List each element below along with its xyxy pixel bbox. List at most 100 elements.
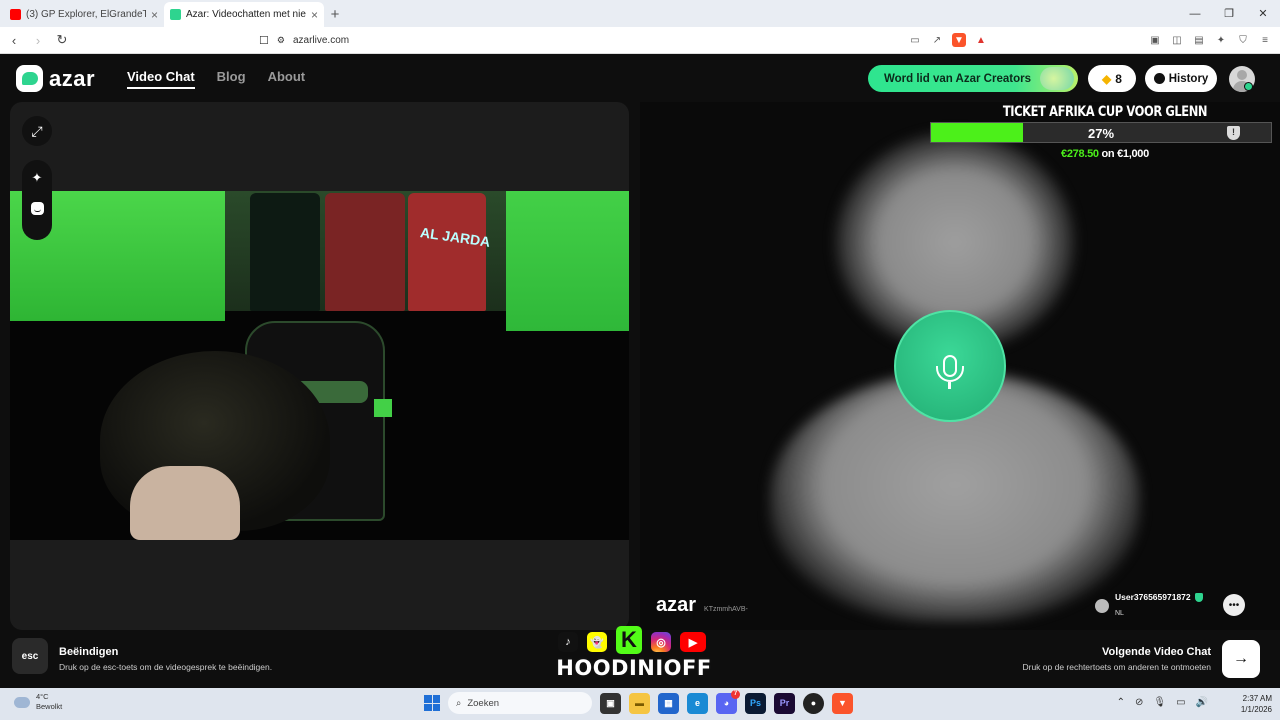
gems-button[interactable]: ◆ 8 [1088,65,1136,92]
donation-goal-title: TICKET AFRIKA CUP VOOR GLENN [1002,104,1208,120]
history-button[interactable]: History [1145,65,1217,92]
donation-goal-amount: €278.50 on €1,000 [930,148,1280,160]
windows-start-icon[interactable] [424,695,440,711]
weather-desc: Bewolkt [36,702,63,711]
system-clock[interactable]: 2:37 AM 1/1/2026 [1241,693,1272,715]
back-icon[interactable]: ‹ [4,30,24,50]
brave-browser-icon[interactable]: ▼ [832,692,853,714]
obs-icon[interactable]: ● [803,692,824,714]
address-bar-actions: ▭ ↗ ▼ ▲ [908,33,988,47]
premiere-icon[interactable]: Pr [774,692,795,714]
gem-icon: ◆ [1102,71,1112,86]
jersey-red [408,193,486,311]
reload-icon[interactable]: ↻ [52,30,72,50]
cloud-icon [14,696,30,708]
site-info-icon[interactable]: ⚙ [277,35,285,46]
azar-page: azar Video Chat Blog About Word lid van … [0,54,1280,688]
verified-badge-icon [1194,592,1203,602]
brave-rewards-icon[interactable]: ▲ [974,33,988,47]
menu-icon[interactable]: ≡ [1258,33,1272,47]
network-icon[interactable]: ⊘ [1135,697,1143,708]
url-text: azarlive.com [292,34,350,46]
extensions-icon[interactable]: ▤ [1192,33,1206,47]
history-label: History [1168,72,1209,85]
store-icon[interactable]: ▦ [658,692,679,714]
microphone-icon [936,355,964,389]
azar-logo[interactable]: azar [16,65,95,92]
shield-alert-icon: ! [1227,126,1240,140]
azar-creators-button[interactable]: Word lid van Azar Creators [868,65,1078,92]
partner-info[interactable]: User376565971872 NL [1095,592,1203,620]
close-tab-icon[interactable]: × [151,8,158,22]
effects-sparkle-icon[interactable]: ✦ [32,170,43,186]
green-screen-right [506,191,629,331]
browser-tab-bar: (3) GP Explorer, ElGrandeToto, Zed, L × … [0,0,1280,27]
jersey-dark [250,193,320,311]
main-nav: Video Chat Blog About [127,69,305,89]
bookmark-icon[interactable]: ☐ [259,34,269,47]
face-filter-icon[interactable] [30,202,44,215]
vpn-icon[interactable]: ⛉ [1236,33,1250,47]
window-controls: — ❐ ✕ [1178,0,1280,27]
cast-icon[interactable]: ▭ [908,33,922,47]
nav-video-chat[interactable]: Video Chat [127,69,195,89]
gems-count: 8 [1115,71,1122,86]
mic-tray-icon[interactable]: 🎙 [1153,697,1166,708]
morocco-flag-jersey [325,193,405,311]
streamer-socials-overlay: ♪ 👻 K ◎ ▶ HOODINIOFF [553,626,715,688]
online-status-dot [1244,82,1253,91]
mic-button[interactable] [894,310,1006,422]
file-explorer-icon[interactable]: ▬ [629,692,650,714]
streamer-name: HOODINIOFF [556,656,712,680]
nav-about[interactable]: About [268,69,306,89]
watermark-id: KTzmmhAVB- [704,606,748,613]
close-window-icon[interactable]: ✕ [1246,0,1280,27]
tray-expand-icon[interactable]: ⌃ [1117,697,1125,708]
sidebar-icon[interactable]: ◫ [1170,33,1184,47]
close-tab-icon[interactable]: × [311,8,318,22]
goal-target: €1,000 [1117,148,1149,160]
esc-end-button[interactable]: esc [12,638,48,674]
expand-icon[interactable]: ⤢ [22,116,52,146]
next-description: Druk op de rechtertoets om anderen te on… [1022,662,1211,672]
display-icon[interactable]: ▭ [1176,697,1185,708]
task-view-icon[interactable]: ▣ [600,692,621,714]
azar-watermark: azar KTzmmhAVB- [656,594,748,617]
goal-of: on [1101,148,1115,160]
nav-blog[interactable]: Blog [217,69,246,89]
person-hand [130,466,240,540]
end-description: Druk op de esc-toets om de videogesprek … [59,662,273,672]
taskbar-search[interactable]: ⌕ Zoeken [448,692,592,714]
goal-current: €278.50 [1061,148,1099,160]
discord-badge: 7 [731,689,740,699]
donation-goal-bar: 27% ! [930,122,1272,143]
partner-name: User376565971872 [1115,592,1191,602]
browser-tab-azar[interactable]: Azar: Videochatten met nieuw × [164,2,324,27]
restore-icon[interactable]: ❐ [1212,0,1246,27]
browser-menu-icons: ▣ ◫ ▤ ✦ ⛉ ≡ [1148,33,1272,47]
forward-icon[interactable]: › [28,30,48,50]
system-tray: ⌃ ⊘ 🎙 ▭ 🔊 [1117,697,1208,708]
volume-icon[interactable]: 🔊 [1196,697,1208,708]
self-camera-feed: AL JARDA [10,191,629,540]
browser-tab-youtube[interactable]: (3) GP Explorer, ElGrandeToto, Zed, L × [4,2,164,27]
minimize-icon[interactable]: — [1178,0,1212,27]
wallet-icon[interactable]: ▣ [1148,33,1162,47]
address-bar[interactable]: ☐ ⚙ azarlive.com [255,29,995,51]
new-tab-button[interactable]: + [324,2,346,27]
share-icon[interactable]: ↗ [930,33,944,47]
tab-title: (3) GP Explorer, ElGrandeToto, Zed, L [26,9,146,20]
tiktok-icon: ♪ [558,632,578,652]
clock-icon [1153,73,1165,84]
brave-shields-icon[interactable]: ▼ [952,33,966,47]
edge-icon[interactable]: e [687,692,708,714]
discord-icon[interactable]: ◕ 7 [716,689,740,714]
tab-title: Azar: Videochatten met nieuw [186,9,306,20]
ai-icon[interactable]: ✦ [1214,33,1228,47]
weather-widget[interactable]: 4°C Bewolkt [14,692,62,712]
next-chat-button[interactable]: → [1222,640,1260,678]
chat-bubble-icon[interactable]: ••• [1223,594,1245,616]
temperature: 4°C [36,692,49,701]
youtube-favicon-icon [10,9,21,20]
photoshop-icon[interactable]: Ps [745,692,766,714]
